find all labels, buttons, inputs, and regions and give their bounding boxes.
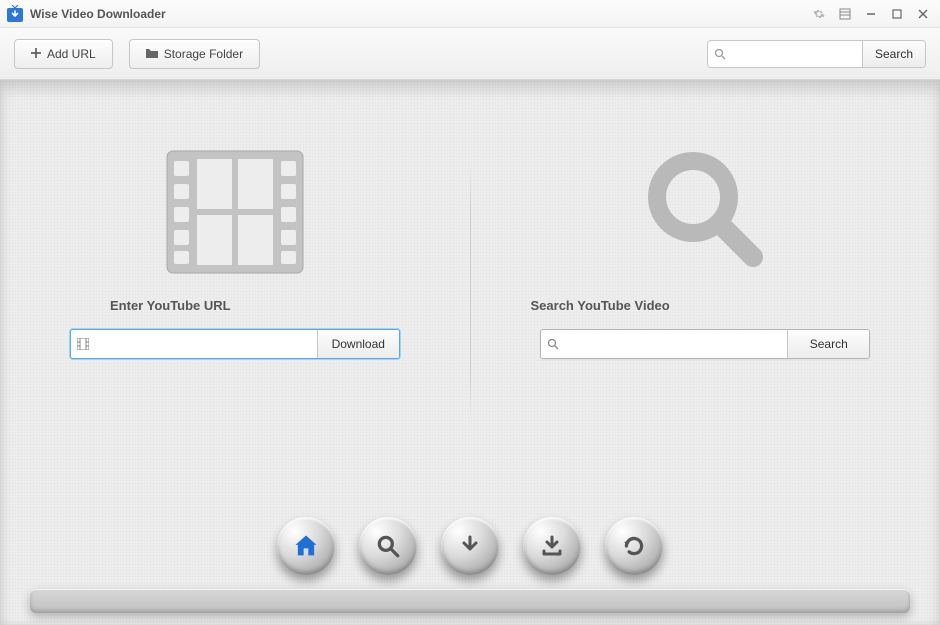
- video-search-button[interactable]: Search: [787, 330, 869, 358]
- search-input-row: Search: [540, 329, 870, 359]
- dock-search-button[interactable]: [359, 517, 417, 575]
- close-button[interactable]: [912, 5, 934, 23]
- dock-refresh-button[interactable]: [605, 517, 663, 575]
- titlebar: Wise Video Downloader: [0, 0, 940, 28]
- search-small-icon: [541, 330, 565, 358]
- url-input-row: Download: [70, 329, 400, 359]
- storage-folder-button[interactable]: Storage Folder: [129, 39, 260, 69]
- video-search-input[interactable]: [565, 330, 787, 358]
- dock-shelf: [30, 589, 910, 613]
- app-title: Wise Video Downloader: [30, 7, 166, 21]
- app-window: Wise Video Downloader Add URL: [0, 0, 940, 625]
- search-icon: [375, 533, 401, 559]
- url-input[interactable]: [95, 330, 317, 358]
- toolbar-search: Search: [707, 40, 926, 68]
- dock-download-to-button[interactable]: [523, 517, 581, 575]
- folder-icon: [146, 47, 158, 61]
- toolbar-search-button[interactable]: Search: [862, 40, 925, 68]
- film-icon: [165, 142, 305, 282]
- minimize-button[interactable]: [860, 5, 882, 23]
- add-url-button[interactable]: Add URL: [14, 39, 113, 69]
- app-icon: [6, 5, 24, 23]
- menu-icon[interactable]: [834, 5, 856, 23]
- dock: [0, 517, 940, 625]
- toolbar-search-input[interactable]: [732, 41, 862, 67]
- dock-download-button[interactable]: [441, 517, 499, 575]
- plus-icon: [31, 47, 41, 61]
- film-small-icon: [71, 330, 95, 358]
- download-button[interactable]: Download: [317, 330, 399, 358]
- home-icon: [292, 532, 320, 560]
- maximize-button[interactable]: [886, 5, 908, 23]
- toolbar: Add URL Storage Folder Search: [0, 28, 940, 80]
- download-tray-icon: [540, 534, 564, 558]
- dock-home-button[interactable]: [277, 517, 335, 575]
- search-icon: [708, 48, 732, 60]
- search-panel-title: Search YouTube Video: [531, 298, 670, 313]
- download-arrow-icon: [458, 534, 482, 558]
- storage-folder-label: Storage Folder: [164, 47, 243, 61]
- add-url-label: Add URL: [47, 47, 96, 61]
- url-panel-title: Enter YouTube URL: [110, 298, 231, 313]
- settings-icon[interactable]: [808, 5, 830, 23]
- magnify-icon: [635, 142, 775, 282]
- refresh-icon: [621, 533, 647, 559]
- content-area: Enter YouTube URL Download Search YouTub…: [0, 80, 940, 625]
